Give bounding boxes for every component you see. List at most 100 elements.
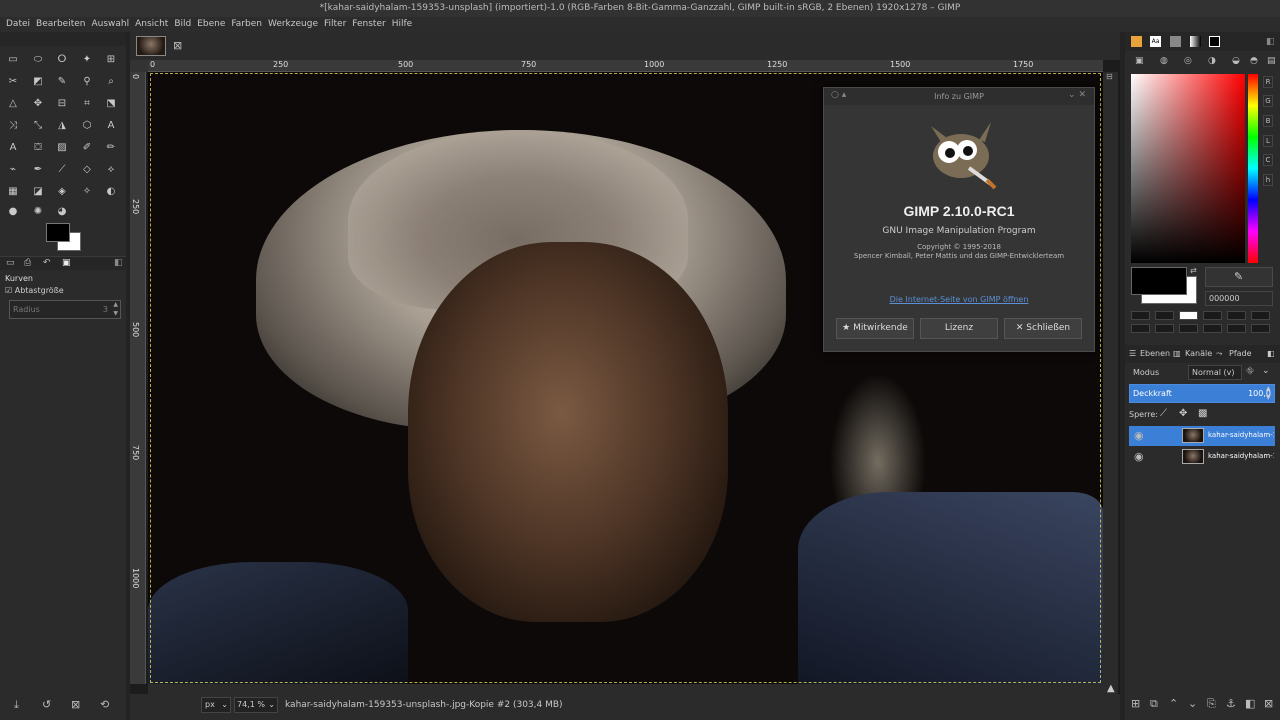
brush-tab-icon[interactable] xyxy=(1131,36,1142,47)
channel-h-button[interactable]: h xyxy=(1263,174,1273,186)
scales-selector-icon[interactable]: ◑ xyxy=(1208,56,1216,66)
chevron-down-icon[interactable]: ⌄ xyxy=(1262,366,1270,376)
font-tab-icon[interactable] xyxy=(1170,36,1181,47)
heal-tool-icon[interactable]: ▦ xyxy=(6,185,20,199)
close-tab-icon[interactable]: ⊠ xyxy=(173,39,182,52)
menu-fenster[interactable]: Fenster xyxy=(349,17,388,32)
blur-tool-icon[interactable]: ◈ xyxy=(55,185,69,199)
reset-options-icon[interactable]: ⟲ xyxy=(100,698,109,711)
text-tool-alt-icon[interactable]: A xyxy=(6,141,20,155)
checkbox-icon[interactable]: ☑ xyxy=(5,286,12,295)
color-history-swatch[interactable] xyxy=(1155,324,1174,333)
palette-selector-icon[interactable]: ◓ xyxy=(1250,56,1258,66)
nav-preview-icon[interactable]: ⊟ xyxy=(1106,72,1113,81)
credits-button[interactable]: ★ Mitwirkende xyxy=(836,318,914,339)
drop-tool-icon[interactable]: ◕ xyxy=(55,205,69,219)
color-picker-icon[interactable]: ⚲ xyxy=(80,75,94,89)
mypaint-brush-icon[interactable]: ⌁ xyxy=(6,163,20,177)
tool-options-tab-icon[interactable]: ▭ xyxy=(6,258,15,268)
smudge-tool-icon[interactable]: ✧ xyxy=(80,185,94,199)
device-status-tab-icon[interactable]: ⎙ xyxy=(24,258,31,268)
foreground-color-swatch[interactable] xyxy=(46,223,70,242)
menu-datei[interactable]: Datei xyxy=(3,17,33,32)
wheel-selector-icon[interactable]: ◎ xyxy=(1184,56,1192,66)
menu-filter[interactable]: Filter xyxy=(321,17,349,32)
menu-hilfe[interactable]: Hilfe xyxy=(389,17,415,32)
dodge-burn-icon[interactable]: ◐ xyxy=(104,185,118,199)
restore-options-icon[interactable]: ↺ xyxy=(42,698,51,711)
mode-select[interactable]: Normal (v) ⌄ xyxy=(1188,365,1242,390)
composite-mode-icon[interactable]: ⛗ xyxy=(1246,366,1254,377)
menu-farben[interactable]: Farben xyxy=(228,17,265,32)
airbrush-tool-icon[interactable]: ⟋ xyxy=(55,163,69,177)
tab-menu-icon[interactable]: ◧ xyxy=(114,258,123,268)
images-tab-icon[interactable]: ▣ xyxy=(62,258,71,268)
layer-row[interactable]: ◉ kahar-saidyhalam-159 xyxy=(1129,447,1275,467)
clone-tool-icon[interactable]: ⟡ xyxy=(104,163,118,177)
layers-stack-icon[interactable]: ☰ xyxy=(1129,349,1136,358)
foreground-swatch[interactable] xyxy=(1131,267,1187,295)
lock-position-icon[interactable]: ✥ xyxy=(1179,408,1187,419)
zoom-select[interactable]: 74,1 % ⌄ xyxy=(234,697,278,713)
channel-l-button[interactable]: L xyxy=(1263,135,1273,147)
layer-name[interactable]: kahar-saidyhalam-159 xyxy=(1208,452,1274,460)
mask-layer-icon[interactable]: ◧ xyxy=(1245,697,1255,710)
cmyk2-selector-icon[interactable]: ▤ xyxy=(1267,56,1276,66)
color-history-swatch[interactable] xyxy=(1203,324,1222,333)
close-button[interactable]: ✕ Schließen xyxy=(1004,318,1082,339)
color-history-swatch[interactable] xyxy=(1251,311,1270,320)
cage-transform-icon[interactable]: ⬡ xyxy=(80,119,94,133)
warp-transform-icon[interactable]: ⤨ xyxy=(6,119,20,133)
ellipse-select-icon[interactable]: ⬭ xyxy=(31,53,45,67)
text-tool-icon[interactable]: A xyxy=(104,119,118,133)
dialog-window-controls[interactable]: ⌄ ✕ xyxy=(1068,90,1086,100)
menu-ebene[interactable]: Ebene xyxy=(194,17,228,32)
crop-tool-icon[interactable]: ⌗ xyxy=(80,97,94,111)
anchor-layer-icon[interactable]: ⚓ xyxy=(1226,697,1236,710)
vertical-scrollbar[interactable]: ⊟ xyxy=(1103,72,1118,684)
foreground-select-icon[interactable]: ◩ xyxy=(31,75,45,89)
channel-b-button[interactable]: B xyxy=(1263,115,1273,127)
radius-spinbutton[interactable]: Radius 3 ▲ ▼ xyxy=(9,300,121,319)
delete-options-icon[interactable]: ⊠ xyxy=(71,698,80,711)
color-history-swatch[interactable] xyxy=(1251,324,1270,333)
color-gradient-square[interactable] xyxy=(1131,74,1245,263)
license-button[interactable]: Lizenz xyxy=(920,318,998,339)
color-history-swatch[interactable] xyxy=(1179,324,1198,333)
fuzzy-select-icon[interactable]: ✦ xyxy=(80,53,94,67)
menu-bearbeiten[interactable]: Bearbeiten xyxy=(33,17,88,32)
paths-icon[interactable]: ⤳ xyxy=(1216,349,1222,359)
move-tool-icon[interactable]: ✥ xyxy=(31,97,45,111)
new-layer-icon[interactable]: ⊞ xyxy=(1131,697,1140,710)
channel-g-button[interactable]: G xyxy=(1263,95,1273,107)
channel-c-button[interactable]: C xyxy=(1263,154,1273,166)
image-tab-thumbnail[interactable] xyxy=(136,36,166,56)
dialog-menu-icon[interactable]: ○ ▴ xyxy=(831,90,846,100)
opacity-slider[interactable]: Deckkraft 100,0 xyxy=(1129,384,1275,403)
channel-r-button[interactable]: R xyxy=(1263,76,1273,88)
visibility-eye-icon[interactable]: ◉ xyxy=(1134,450,1144,463)
color-history-swatch[interactable] xyxy=(1227,324,1246,333)
tab-layers[interactable]: Ebenen xyxy=(1140,349,1170,358)
color-history-swatch[interactable] xyxy=(1203,311,1222,320)
tab-menu-icon[interactable]: ◧ xyxy=(1266,37,1275,47)
vertical-ruler[interactable]: 0 250 500 750 1000 xyxy=(130,72,146,684)
radius-value[interactable]: 3 xyxy=(103,305,108,314)
channels-icon[interactable]: ▥ xyxy=(1173,349,1181,358)
bucket-fill-icon[interactable]: ⛋ xyxy=(31,141,45,155)
sample-merged-row[interactable]: ☑ Abtastgröße xyxy=(5,286,64,295)
pencil-tool-icon[interactable]: ✏ xyxy=(104,141,118,155)
save-options-icon[interactable]: ⤓ xyxy=(14,698,19,712)
spin-up-icon[interactable]: ▲ xyxy=(1266,385,1271,392)
swap-colors-icon[interactable]: ⇄ xyxy=(1190,266,1197,275)
spin-down-icon[interactable]: ▼ xyxy=(113,310,118,317)
menu-werkzeuge[interactable]: Werkzeuge xyxy=(265,17,321,32)
color-history-swatch[interactable] xyxy=(1227,311,1246,320)
layer-row[interactable]: ◉ kahar-saidyhalam-1 xyxy=(1129,426,1275,446)
ink-tool-icon[interactable]: ✒ xyxy=(31,163,45,177)
pattern-tab-icon[interactable]: Aa xyxy=(1150,36,1161,47)
select-by-color-icon[interactable]: ⊞ xyxy=(104,53,118,67)
palette-tab-icon[interactable] xyxy=(1209,36,1220,47)
layer-name[interactable]: kahar-saidyhalam-1 xyxy=(1208,431,1274,439)
unit-select[interactable]: px ⌄ xyxy=(201,697,231,713)
